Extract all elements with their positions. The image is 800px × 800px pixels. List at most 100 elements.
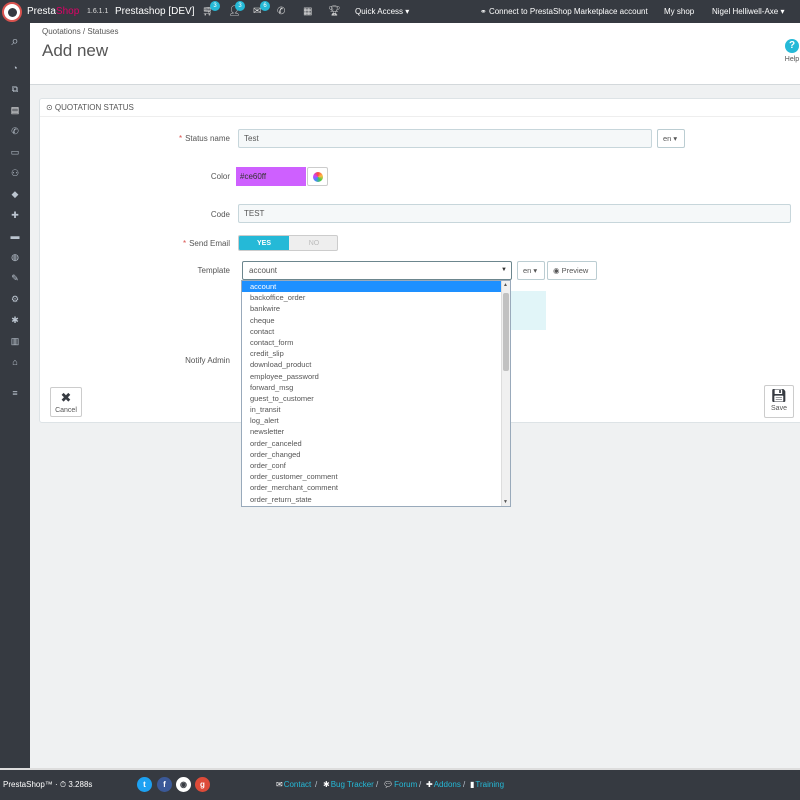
template-option[interactable]: in_transit	[242, 404, 502, 415]
quotations-icon[interactable]: ▤	[8, 105, 22, 115]
top-bar: PrestaShop 1.6.1.1 Prestashop [DEV] 🛒︎ 3…	[0, 0, 800, 23]
customers-badge: 3	[235, 1, 245, 11]
catalog-icon[interactable]: ⧉	[8, 84, 22, 94]
color-wheel-icon	[313, 172, 323, 182]
save-button[interactable]: 💾︎ Save	[764, 385, 794, 418]
send-email-yes[interactable]: YES	[239, 236, 289, 250]
sidebar: ⌕ ◔ ⧉ ▤ ✆ ▭ ⚇ ◆ ✚ ▬ ◍ ✎ ⚙ ✱ ▥ ⌂ ≡	[0, 23, 30, 768]
wrench-icon[interactable]: ✎	[8, 273, 22, 283]
puzzle-icon[interactable]: ✚	[8, 210, 22, 220]
search-icon[interactable]: ⌕	[8, 34, 22, 47]
send-email-toggle[interactable]: YES NO	[238, 235, 338, 251]
bug-tracker-link[interactable]: ✱Bug Tracker	[323, 780, 374, 789]
caret-down-icon: ▼	[501, 267, 507, 273]
link-icon: ⚭	[480, 7, 489, 16]
quick-access-menu[interactable]: Quick Access ▾	[355, 7, 409, 16]
brand-name: PrestaShop	[27, 6, 79, 17]
customers-icon[interactable]: ⚇	[8, 168, 22, 178]
dashboard-icon[interactable]: ◔	[8, 63, 22, 73]
help-label: Help	[784, 56, 800, 63]
template-option[interactable]: employee_password	[242, 371, 502, 382]
contact-link[interactable]: ✉Contact	[276, 780, 311, 789]
user-menu[interactable]: Nigel Helliwell-Axe ▾	[712, 7, 784, 16]
template-option[interactable]: newsletter	[242, 426, 502, 437]
forum-link[interactable]: 💬︎Forum	[383, 780, 417, 789]
color-picker-button[interactable]	[307, 167, 328, 186]
version-label: 1.6.1.1	[87, 8, 109, 15]
dropdown-scrollbar[interactable]: ▲ ▼	[501, 281, 510, 506]
phone-icon[interactable]: ✆	[277, 6, 285, 17]
my-shop-link[interactable]: My shop	[664, 7, 694, 16]
marketplace-connect-link[interactable]: ⚭ Connect to PrestaShop Marketplace acco…	[480, 7, 648, 16]
code-input[interactable]: TEST	[238, 204, 791, 223]
template-option[interactable]: order_return_state	[242, 494, 502, 505]
truck-icon[interactable]: ▬	[8, 231, 22, 241]
template-option[interactable]: credit_slip	[242, 348, 502, 359]
shop-name[interactable]: Prestashop [DEV]	[115, 6, 194, 17]
template-option[interactable]: backoffice_order	[242, 292, 502, 303]
scroll-down-icon[interactable]: ▼	[503, 499, 508, 505]
addons-link[interactable]: ✚Addons	[426, 780, 461, 789]
template-option[interactable]: cheque	[242, 315, 502, 326]
send-email-no[interactable]: NO	[289, 236, 337, 250]
facebook-icon[interactable]: f	[157, 777, 172, 792]
google-plus-icon[interactable]: g	[195, 777, 210, 792]
bug-tracker-label: Bug Tracker	[330, 780, 374, 789]
twitter-icon[interactable]: t	[137, 777, 152, 792]
page-header: Quotations / Statuses Add new ? Help	[30, 23, 800, 85]
template-option[interactable]: guest_to_customer	[242, 393, 502, 404]
stats-icon[interactable]: ▥	[8, 336, 22, 346]
notify-admin-label: Notify Admin	[185, 356, 230, 365]
home-icon[interactable]: ⌂	[8, 357, 22, 367]
tag-icon[interactable]: ◆	[8, 189, 22, 199]
footer-separator: /	[376, 780, 379, 789]
template-selected-value: account	[249, 266, 278, 275]
menu-collapse-icon[interactable]: ≡	[8, 388, 22, 398]
globe-icon[interactable]: ◍	[8, 252, 22, 262]
status-name-label: * Status name	[90, 134, 230, 143]
contact-label: Contact	[283, 780, 312, 789]
color-input[interactable]: #ce60ff	[236, 167, 306, 186]
send-email-label: * Send Email	[90, 239, 230, 248]
scroll-up-icon[interactable]: ▲	[503, 282, 508, 288]
cancel-button[interactable]: ✖ Cancel	[50, 387, 82, 417]
footer-separator: /	[419, 780, 422, 789]
template-option[interactable]: order_conf	[242, 460, 502, 471]
gear-icon[interactable]: ✱	[8, 315, 22, 325]
messages-badge: 6	[260, 1, 270, 11]
calculator-icon[interactable]: ▦	[303, 6, 312, 17]
panel-heading: ⊙ QUOTATION STATUS	[40, 99, 800, 117]
comments-icon: 💬︎	[383, 780, 394, 789]
credit-card-icon[interactable]: ▭	[8, 147, 22, 157]
template-option[interactable]: account	[242, 281, 502, 293]
send-email-text: Send Email	[189, 239, 230, 248]
github-icon[interactable]: ◉	[176, 777, 191, 792]
template-option[interactable]: contact	[242, 326, 502, 337]
template-option[interactable]: order_changed	[242, 449, 502, 460]
template-option[interactable]: download_product	[242, 359, 502, 370]
required-marker: *	[178, 134, 183, 143]
template-option[interactable]: order_customer_comment	[242, 471, 502, 482]
cogs-icon[interactable]: ⚙	[8, 294, 22, 304]
phone-icon[interactable]: ✆	[8, 126, 22, 136]
scrollbar-thumb[interactable]	[503, 293, 509, 371]
template-option[interactable]: order_canceled	[242, 438, 502, 449]
status-name-input[interactable]: Test	[238, 129, 652, 148]
save-label: Save	[771, 405, 787, 412]
prestashop-logo[interactable]	[2, 2, 22, 22]
close-icon: ✖	[60, 390, 72, 405]
code-label: Code	[210, 210, 230, 219]
trophy-icon[interactable]: 🏆︎	[328, 6, 341, 17]
template-option[interactable]: log_alert	[242, 415, 502, 426]
help-button[interactable]: ? Help	[784, 39, 800, 63]
preview-button[interactable]: ◉ Preview	[547, 261, 597, 280]
template-option[interactable]: bankwire	[242, 303, 502, 314]
template-option[interactable]: contact_form	[242, 337, 502, 348]
template-language-button[interactable]: en ▾	[517, 261, 545, 280]
template-select[interactable]: account ▼	[242, 261, 512, 280]
template-option[interactable]: forward_msg	[242, 382, 502, 393]
template-dropdown-list[interactable]: account backoffice_order bankwire cheque…	[241, 280, 511, 507]
training-link[interactable]: ▮Training	[470, 780, 504, 789]
template-option[interactable]: order_merchant_comment	[242, 482, 502, 493]
status-name-language-button[interactable]: en ▾	[657, 129, 685, 148]
